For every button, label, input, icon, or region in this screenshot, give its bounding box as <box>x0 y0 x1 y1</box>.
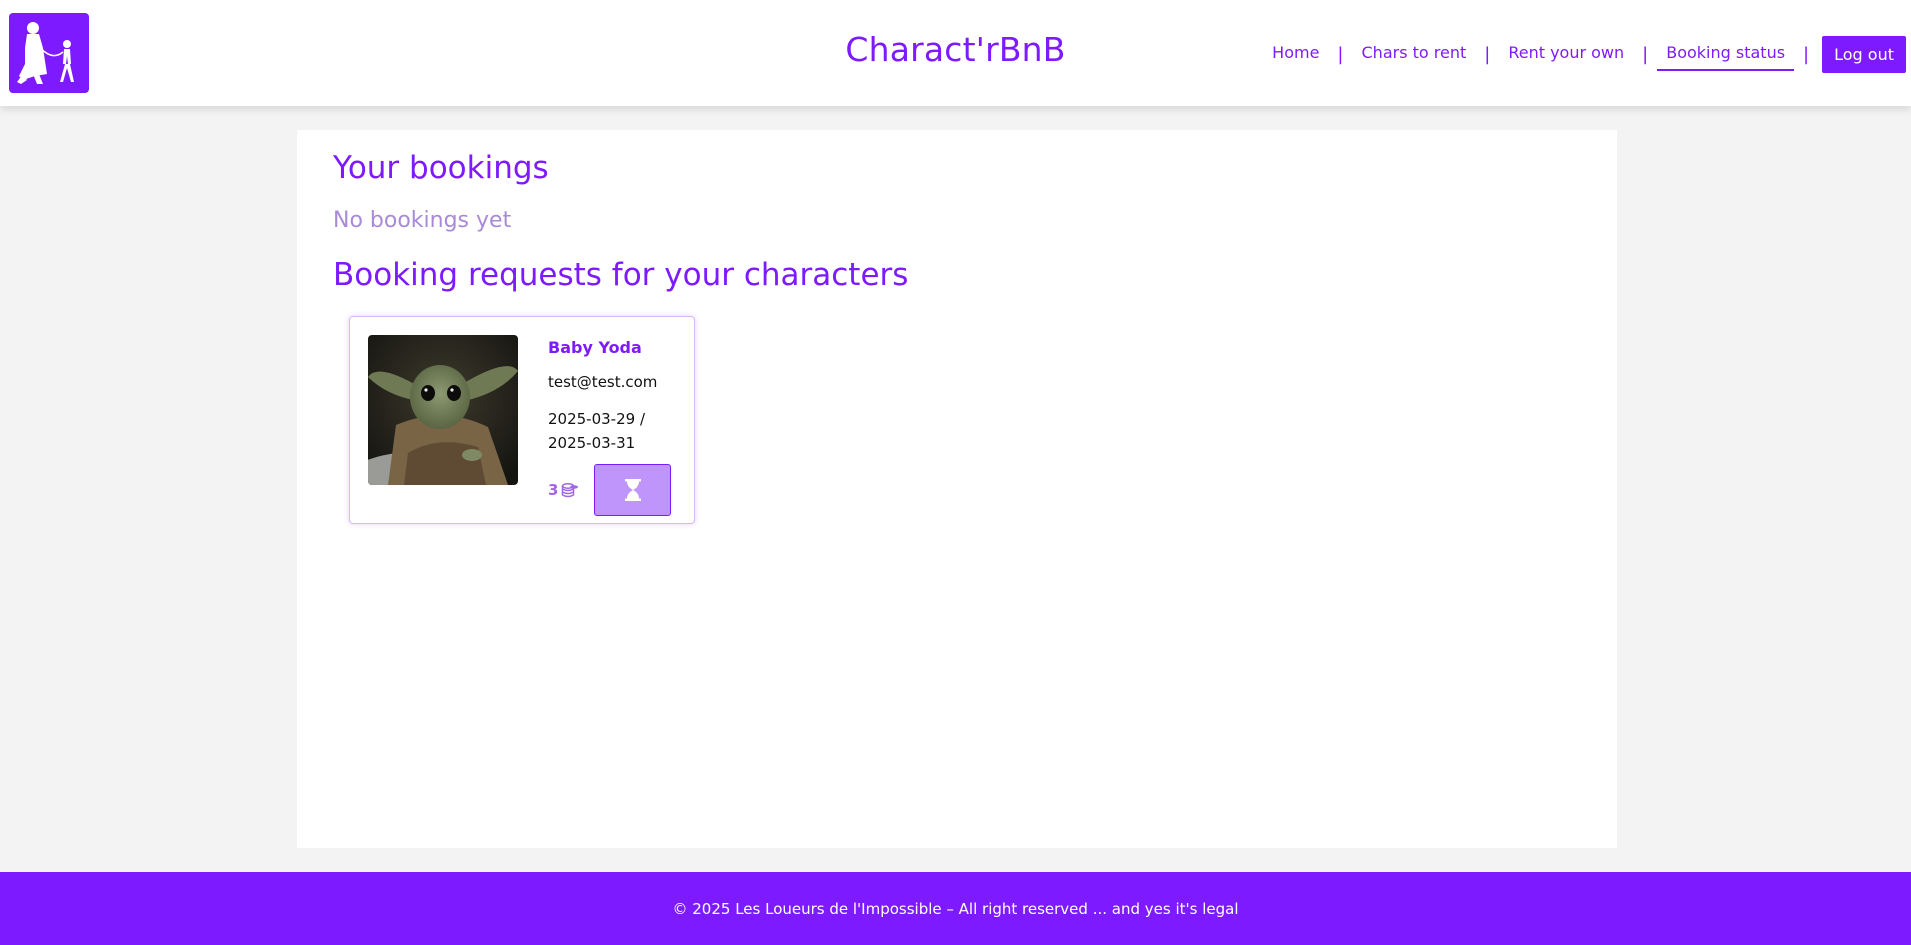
site-header: Charact'rBnB Home | Chars to rent | Rent… <box>0 0 1911 106</box>
main-content: Your bookings No bookings yet Booking re… <box>297 130 1617 848</box>
baby-yoda-photo <box>368 335 518 485</box>
nav-separator: | <box>1642 43 1649 65</box>
requests-title: Booking requests for your characters <box>333 257 909 293</box>
bookings-title: Your bookings <box>333 150 549 186</box>
site-footer: © 2025 Les Loueurs de l'Impossible – All… <box>0 872 1911 945</box>
nav-rent-your-own[interactable]: Rent your own <box>1499 37 1633 71</box>
booking-price: 3 <box>548 481 579 499</box>
booking-dates: 2025-03-29 / 2025-03-31 <box>548 410 645 452</box>
character-image <box>368 335 518 485</box>
pending-status-button[interactable] <box>594 464 671 516</box>
nav-home[interactable]: Home <box>1263 37 1328 71</box>
nav-chars-to-rent[interactable]: Chars to rent <box>1353 37 1476 71</box>
booking-request-card: Baby Yoda test@test.com 2025-03-29 / 202… <box>349 316 695 524</box>
main-nav: Home | Chars to rent | Rent your own | B… <box>1263 35 1906 73</box>
price-value: 3 <box>548 481 559 499</box>
nav-booking-status[interactable]: Booking status <box>1657 37 1795 71</box>
nav-separator: | <box>1803 43 1810 65</box>
logo[interactable] <box>9 13 89 93</box>
coins-icon <box>562 483 579 498</box>
character-name: Baby Yoda <box>548 338 642 357</box>
hourglass-icon <box>624 479 641 501</box>
footer-text: © 2025 Les Loueurs de l'Impossible – All… <box>672 899 1239 918</box>
nav-separator: | <box>1484 43 1491 65</box>
requester-email: test@test.com <box>548 373 658 391</box>
nav-separator: | <box>1337 43 1344 65</box>
logout-button[interactable]: Log out <box>1822 35 1906 73</box>
person-walking-character-icon <box>17 22 74 84</box>
bookings-empty-message: No bookings yet <box>333 208 512 233</box>
